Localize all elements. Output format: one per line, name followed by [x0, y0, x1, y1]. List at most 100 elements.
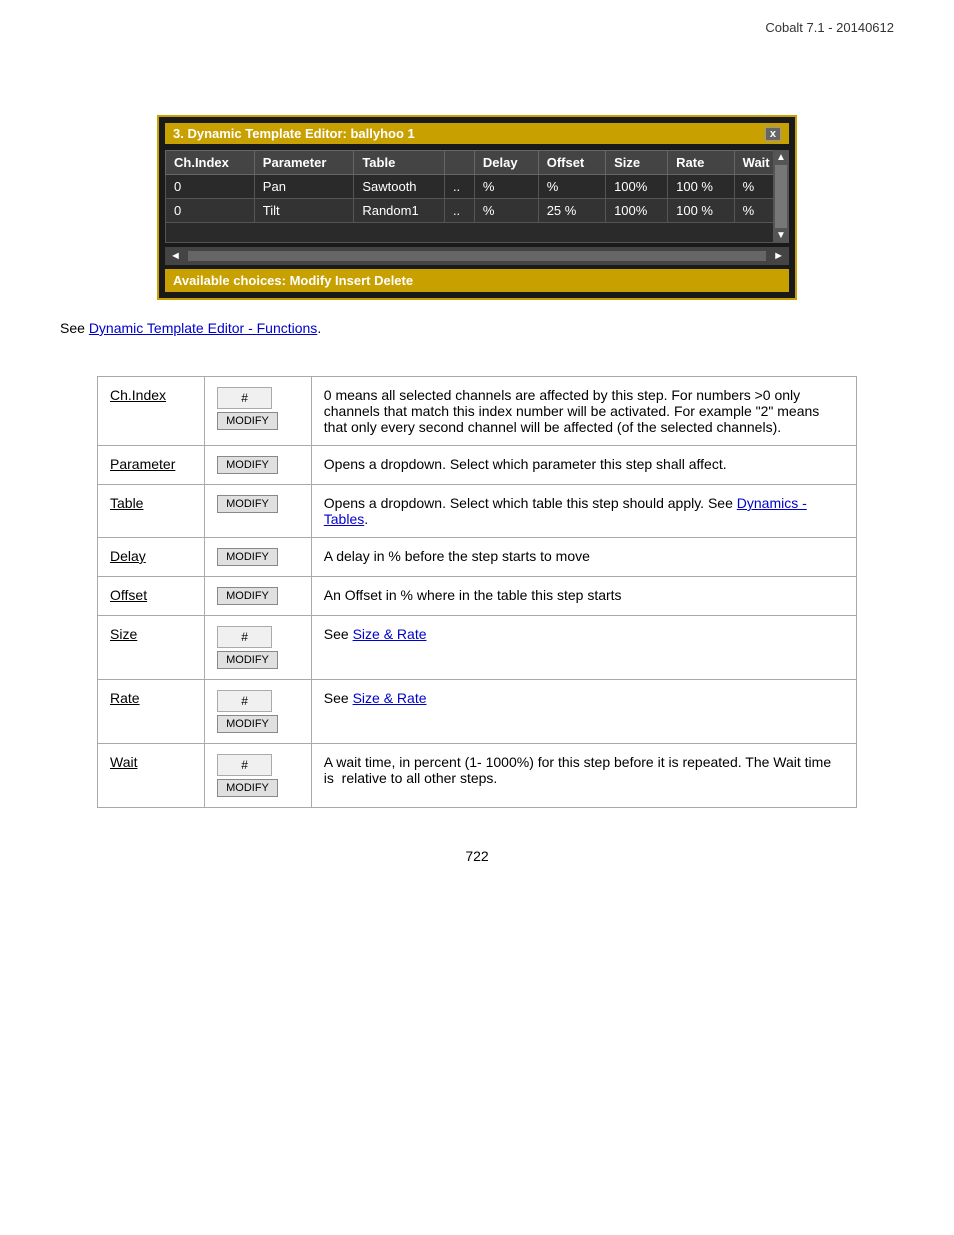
rate-input[interactable]: [217, 690, 272, 712]
wait-input[interactable]: [217, 754, 272, 776]
row-widget-delay: MODIFY: [205, 538, 312, 577]
table-row: Offset MODIFY An Offset in % where in th…: [98, 577, 857, 616]
editor-titlebar: 3. Dynamic Template Editor: ballyhoo 1 x: [165, 123, 789, 144]
table-widget: MODIFY: [217, 495, 299, 513]
size-rate-link-size[interactable]: Size & Rate: [353, 626, 427, 642]
table-row: Rate MODIFY See Size & Rate: [98, 680, 857, 744]
row-label-size: Size: [98, 616, 205, 680]
row-desc-size: See Size & Rate: [311, 616, 856, 680]
table-row: Size MODIFY See Size & Rate: [98, 616, 857, 680]
row-desc-delay: A delay in % before the step starts to m…: [311, 538, 856, 577]
dynamic-template-editor: 3. Dynamic Template Editor: ballyhoo 1 x…: [157, 115, 797, 300]
table-row: Ch.Index MODIFY 0 means all selected cha…: [98, 377, 857, 446]
see-suffix: .: [317, 320, 321, 336]
table-modify-button[interactable]: MODIFY: [217, 495, 278, 513]
row1-chindex: 0: [166, 175, 255, 199]
table-row: Wait MODIFY A wait time, in percent (1- …: [98, 744, 857, 808]
row1-offset: %: [538, 175, 605, 199]
row-widget-wait: MODIFY: [205, 744, 312, 808]
col-size: Size: [606, 151, 668, 175]
row1-rate: 100 %: [668, 175, 735, 199]
rate-modify-button[interactable]: MODIFY: [217, 715, 278, 733]
row-widget-parameter: MODIFY: [205, 446, 312, 485]
dynamic-template-editor-functions-link[interactable]: Dynamic Template Editor - Functions: [89, 320, 318, 336]
row-widget-rate: MODIFY: [205, 680, 312, 744]
size-input[interactable]: [217, 626, 272, 648]
editor-bottom-bar: Available choices: Modify Insert Delete: [165, 269, 789, 292]
empty-row: [166, 223, 789, 243]
row2-rate: 100 %: [668, 199, 735, 223]
row-desc-table: Opens a dropdown. Select which table thi…: [311, 485, 856, 538]
scroll-h-track: [188, 251, 766, 261]
table-row: Delay MODIFY A delay in % before the ste…: [98, 538, 857, 577]
row-widget-chindex: MODIFY: [205, 377, 312, 446]
size-widget: MODIFY: [217, 626, 299, 669]
editor-close-button[interactable]: x: [765, 127, 781, 141]
row1-size: 100%: [606, 175, 668, 199]
offset-modify-button[interactable]: MODIFY: [217, 587, 278, 605]
scroll-down-arrow[interactable]: ▼: [774, 228, 788, 243]
row-desc-rate: See Size & Rate: [311, 680, 856, 744]
col-offset: Offset: [538, 151, 605, 175]
reference-table: Ch.Index MODIFY 0 means all selected cha…: [97, 376, 857, 808]
row-label-rate: Rate: [98, 680, 205, 744]
scroll-left-arrow[interactable]: ◄: [167, 250, 184, 262]
page-number: 722: [60, 848, 894, 864]
header-title: Cobalt 7.1 - 20140612: [765, 20, 894, 35]
row-label-table: Table: [98, 485, 205, 538]
col-rate: Rate: [668, 151, 735, 175]
available-choices-label: Available choices: Modify Insert Delete: [173, 273, 413, 288]
table-row: Table MODIFY Opens a dropdown. Select wh…: [98, 485, 857, 538]
editor-title: 3. Dynamic Template Editor: ballyhoo 1: [173, 126, 415, 141]
table-row: 0 Tilt Random1 .. % 25 % 100% 100 % %: [166, 199, 789, 223]
row1-parameter: Pan: [254, 175, 354, 199]
dynamics-tables-link[interactable]: Dynamics - Tables: [324, 495, 807, 527]
row2-parameter: Tilt: [254, 199, 354, 223]
parameter-widget: MODIFY: [217, 456, 299, 474]
scroll-right-arrow[interactable]: ►: [770, 250, 787, 262]
row2-dots: ..: [444, 199, 474, 223]
editor-data-table: Ch.Index Parameter Table Delay Offset Si…: [165, 150, 789, 243]
row-widget-offset: MODIFY: [205, 577, 312, 616]
parameter-modify-button[interactable]: MODIFY: [217, 456, 278, 474]
row-label-delay: Delay: [98, 538, 205, 577]
row2-size: 100%: [606, 199, 668, 223]
size-rate-link-rate[interactable]: Size & Rate: [353, 690, 427, 706]
size-modify-button[interactable]: MODIFY: [217, 651, 278, 669]
row-label-wait: Wait: [98, 744, 205, 808]
col-parameter: Parameter: [254, 151, 354, 175]
table-row: Parameter MODIFY Opens a dropdown. Selec…: [98, 446, 857, 485]
row-label-offset: Offset: [98, 577, 205, 616]
scroll-track: [775, 165, 787, 228]
horizontal-scrollbar[interactable]: ◄ ►: [165, 247, 789, 265]
delay-modify-button[interactable]: MODIFY: [217, 548, 278, 566]
col-chindex: Ch.Index: [166, 151, 255, 175]
chindex-widget: MODIFY: [217, 387, 299, 430]
col-delay: Delay: [474, 151, 538, 175]
row-label-chindex: Ch.Index: [98, 377, 205, 446]
see-prefix: See: [60, 320, 89, 336]
row-widget-size: MODIFY: [205, 616, 312, 680]
page-number-text: 722: [465, 848, 488, 864]
page-header: Cobalt 7.1 - 20140612: [60, 20, 894, 35]
table-row: 0 Pan Sawtooth .. % % 100% 100 % %: [166, 175, 789, 199]
row1-table: Sawtooth: [354, 175, 445, 199]
row2-chindex: 0: [166, 199, 255, 223]
col-table: Table: [354, 151, 445, 175]
wait-widget: MODIFY: [217, 754, 299, 797]
row-label-parameter: Parameter: [98, 446, 205, 485]
row1-delay: %: [474, 175, 538, 199]
see-link-section: See Dynamic Template Editor - Functions.: [60, 320, 894, 336]
wait-modify-button[interactable]: MODIFY: [217, 779, 278, 797]
row-desc-offset: An Offset in % where in the table this s…: [311, 577, 856, 616]
rate-widget: MODIFY: [217, 690, 299, 733]
row-widget-table: MODIFY: [205, 485, 312, 538]
scroll-up-arrow[interactable]: ▲: [774, 150, 788, 165]
row-desc-parameter: Opens a dropdown. Select which parameter…: [311, 446, 856, 485]
chindex-input[interactable]: [217, 387, 272, 409]
chindex-modify-button[interactable]: MODIFY: [217, 412, 278, 430]
vertical-scrollbar[interactable]: ▲ ▼: [773, 150, 789, 243]
row2-offset: 25 %: [538, 199, 605, 223]
col-dots-header: [444, 151, 474, 175]
row-desc-chindex: 0 means all selected channels are affect…: [311, 377, 856, 446]
